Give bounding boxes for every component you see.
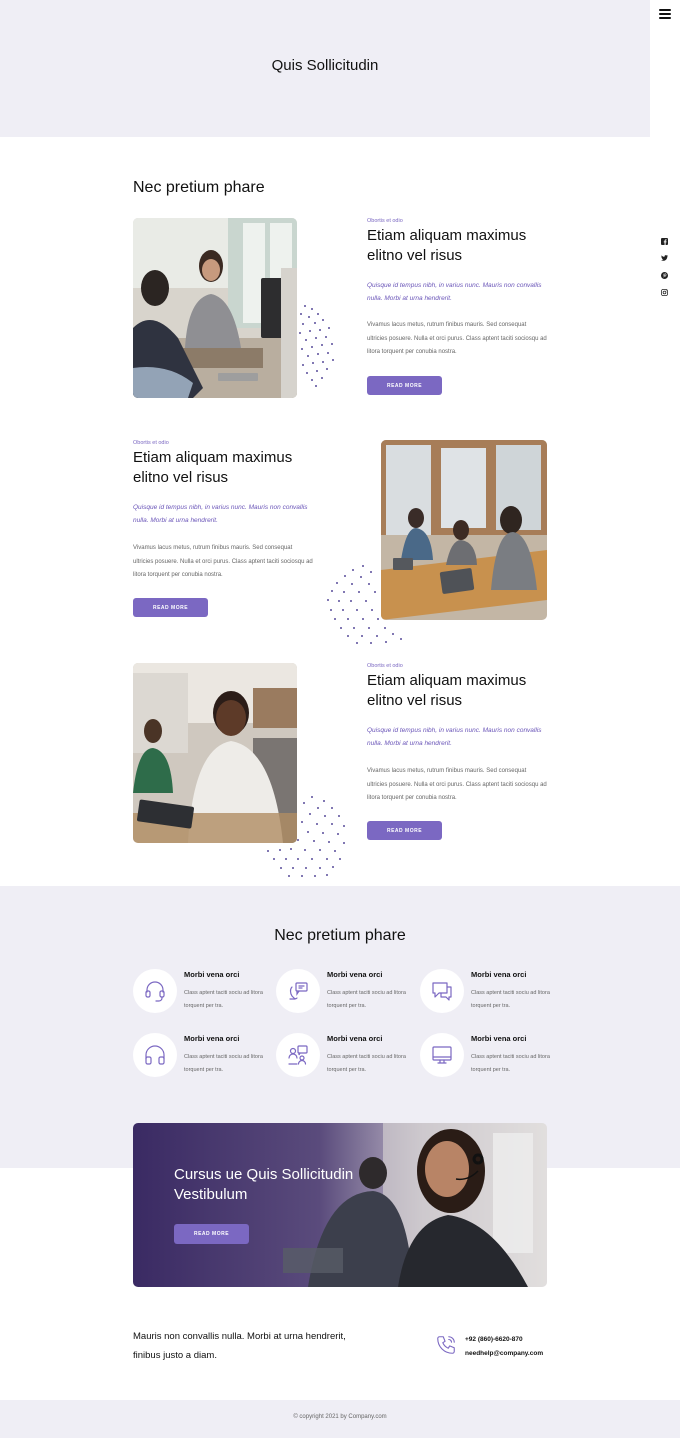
contact-email[interactable]: needhelp@company.com [465, 1350, 543, 1357]
read-more-button[interactable]: READ MORE [133, 598, 208, 617]
monitor-icon [420, 1033, 464, 1077]
feature-body: Vivamus lacus metus, rutrum finibus maur… [133, 545, 313, 578]
read-more-button[interactable]: READ MORE [367, 376, 442, 395]
instagram-icon[interactable] [656, 286, 672, 298]
team-meeting-icon [276, 1033, 320, 1077]
feature-quote: Quisque id tempus nibh, in varius nunc. … [367, 282, 542, 302]
headphones-icon [133, 1033, 177, 1077]
support-agent-photo [133, 663, 297, 843]
service-title: Morbi vena orci [471, 1034, 527, 1043]
service-desc: Class aptent taciti sociu ad litora torq… [471, 990, 550, 1009]
service-desc: Class aptent taciti sociu ad litora torq… [184, 990, 263, 1009]
contact-phone[interactable]: +92 (860)-6620-870 [465, 1336, 523, 1343]
twitter-icon[interactable] [656, 252, 672, 264]
feature-tag: Obortis et odio [367, 218, 403, 224]
services-heading: Nec pretium phare [274, 927, 406, 944]
chat-bubbles-icon [420, 969, 464, 1013]
pinterest-icon[interactable] [656, 269, 672, 281]
service-desc: Class aptent taciti sociu ad litora torq… [327, 990, 406, 1009]
service-title: Morbi vena orci [471, 970, 527, 979]
read-more-button[interactable]: READ MORE [174, 1224, 249, 1244]
service-title: Morbi vena orci [327, 1034, 383, 1043]
feature-tag: Obortis et odio [367, 663, 403, 669]
hamburger-menu-icon[interactable] [655, 6, 675, 22]
feature-quote: Quisque id tempus nibh, in varius nunc. … [133, 504, 308, 524]
office-worker-photo [133, 218, 297, 398]
feature-body: Vivamus lacus metus, rutrum finibus maur… [367, 322, 547, 355]
feature-title: Etiam aliquam maximus elitno vel risus [367, 672, 527, 709]
team-meeting-photo [381, 440, 547, 620]
service-desc: Class aptent taciti sociu ad litora torq… [327, 1054, 406, 1073]
feature-title: Etiam aliquam maximus elitno vel risus [133, 449, 293, 486]
service-title: Morbi vena orci [327, 970, 383, 979]
banner-title: Cursus ue Quis Sollicitudin Vestibulum [174, 1166, 354, 1203]
service-desc: Class aptent taciti sociu ad litora torq… [471, 1054, 550, 1073]
contact-text: Mauris non convallis nulla. Morbi at urn… [133, 1331, 346, 1361]
features-heading: Nec pretium phare [133, 179, 265, 196]
footer-copyright: © copyright 2021 by Company.com [293, 1414, 387, 1420]
service-title: Morbi vena orci [184, 970, 240, 979]
service-desc: Class aptent taciti sociu ad litora torq… [184, 1054, 263, 1073]
phone-icon [435, 1334, 457, 1361]
read-more-button[interactable]: READ MORE [367, 821, 442, 840]
cta-banner [133, 1123, 547, 1287]
feature-body: Vivamus lacus metus, rutrum finibus maur… [367, 768, 547, 801]
service-title: Morbi vena orci [184, 1034, 240, 1043]
headset-icon [133, 969, 177, 1013]
feature-quote: Quisque id tempus nibh, in varius nunc. … [367, 727, 542, 747]
feature-title: Etiam aliquam maximus elitno vel risus [367, 227, 527, 264]
facebook-icon[interactable] [656, 235, 672, 247]
hero-title: Quis Sollicitudin [271, 57, 379, 74]
feature-tag: Obortis et odio [133, 440, 169, 446]
support-chat-icon [276, 969, 320, 1013]
